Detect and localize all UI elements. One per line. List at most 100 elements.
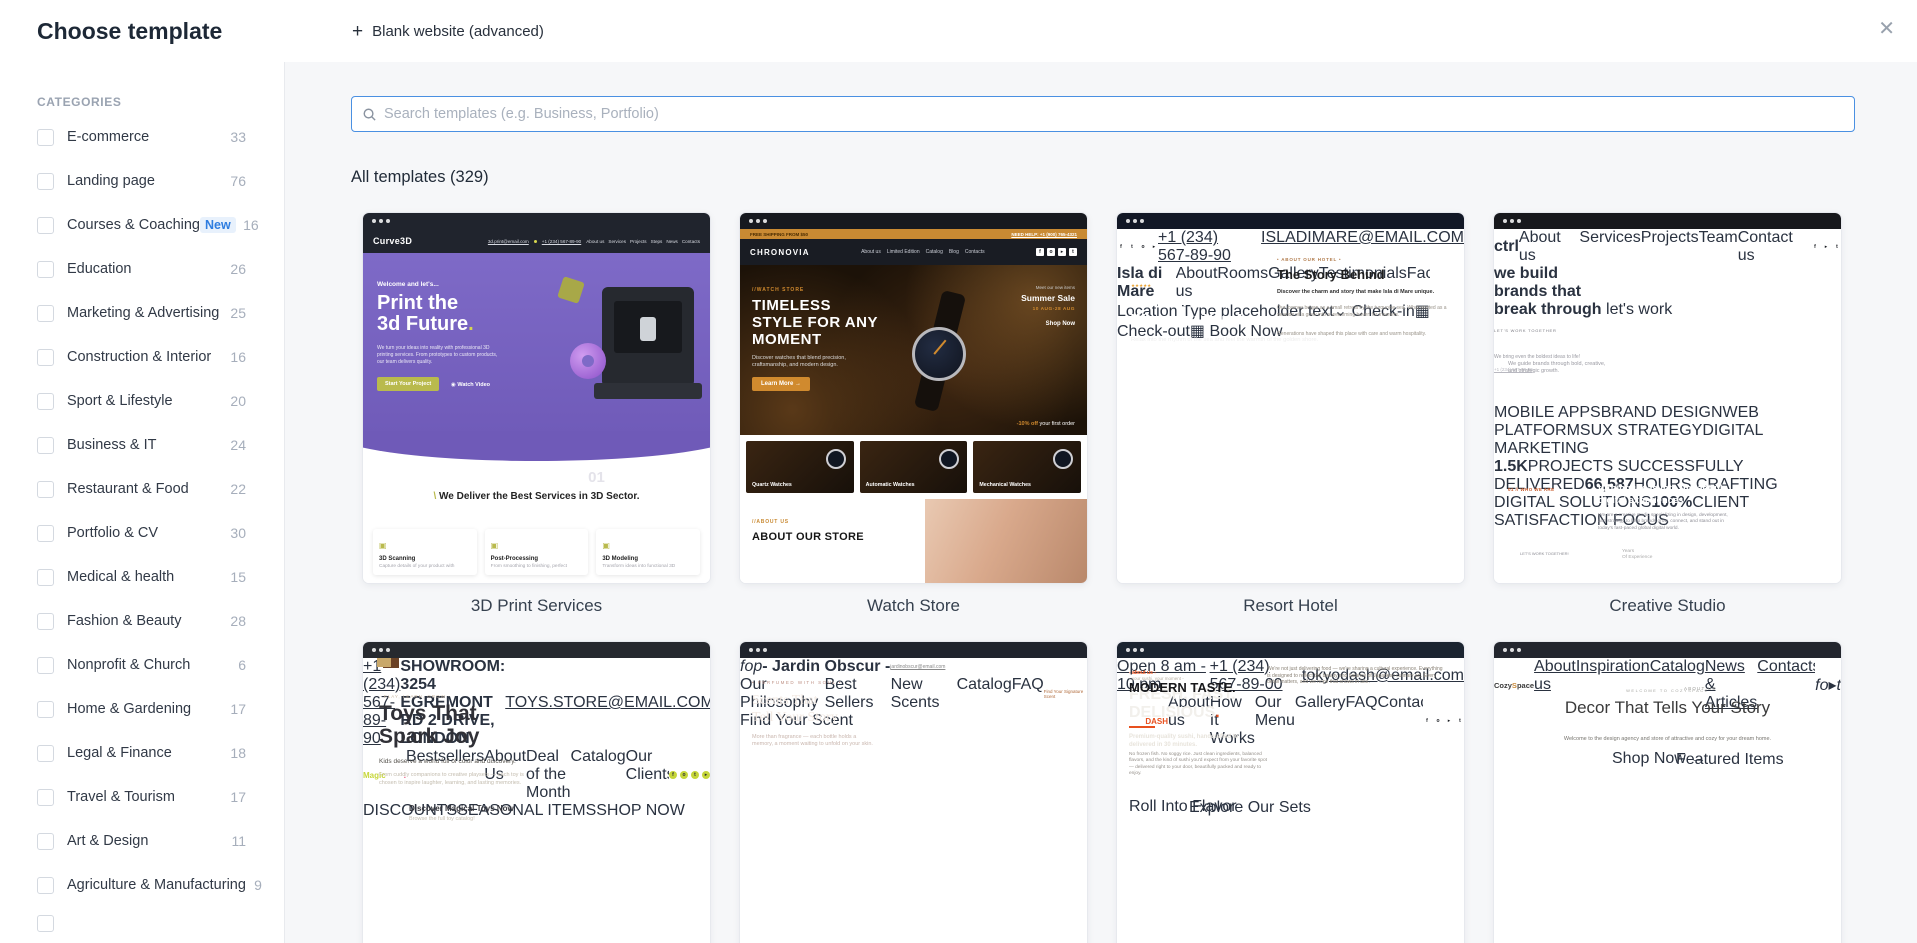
mini-cta-secondary: Featured Items xyxy=(1676,751,1784,769)
category-checkbox[interactable] xyxy=(37,613,54,630)
category-checkbox[interactable] xyxy=(37,481,54,498)
category-count: 33 xyxy=(230,129,246,145)
template-card-watch-store[interactable]: FREE SHIPPING FROM $50 NEED HELP: +1 (90… xyxy=(740,213,1087,616)
category-item[interactable]: Portfolio & CV 30 xyxy=(37,511,284,555)
category-item[interactable]: Education 26 xyxy=(37,247,284,291)
social-icon: o xyxy=(680,771,688,779)
category-item[interactable]: Construction & Interior 16 xyxy=(37,335,284,379)
social-icons: fo▸t xyxy=(1036,248,1077,256)
watch-icon xyxy=(1053,449,1073,469)
mini-nav-item: Contacts xyxy=(965,249,985,255)
mini-topbar-right: TOYS.STORE@EMAIL.COM xyxy=(505,694,710,712)
mini-category-tile: Automatic Watches xyxy=(860,441,968,493)
category-checkbox[interactable] xyxy=(37,569,54,586)
mini-nav-item: Contact us xyxy=(1738,229,1811,265)
category-item[interactable]: E-commerce 33 xyxy=(37,115,284,159)
category-checkbox[interactable] xyxy=(37,877,54,894)
template-card-3d-print[interactable]: Curve3D 3d.print@email.com +1 (234) 567-… xyxy=(363,213,710,616)
dot-icon xyxy=(534,240,537,243)
category-checkbox[interactable] xyxy=(37,129,54,146)
category-count: 11 xyxy=(230,833,246,849)
category-item[interactable]: Art & Design 11 xyxy=(37,819,284,863)
category-item[interactable]: Landing page 76 xyxy=(37,159,284,203)
mini-nav-item: FAQ xyxy=(1346,694,1378,748)
mini-promo-kicker: Meet our new items xyxy=(1036,285,1075,290)
mini-nav-item: Projects xyxy=(1641,229,1699,265)
social-icon: t xyxy=(1069,248,1077,256)
category-checkbox[interactable] xyxy=(37,745,54,762)
category-label: E-commerce xyxy=(67,129,149,145)
category-checkbox[interactable] xyxy=(37,525,54,542)
category-item[interactable]: Home & Gardening 17 xyxy=(37,687,284,731)
mini-nav-item: About us xyxy=(586,239,604,244)
social-icon: ▸ xyxy=(1150,243,1158,251)
mini-body: Welcome to the design agency and store o… xyxy=(1494,736,1841,742)
category-item[interactable]: Sport & Lifestyle 20 xyxy=(37,379,284,423)
mini-lead: Premium-quality sushi, handcrafted to de… xyxy=(1129,734,1261,749)
categories-sidebar: CATEGORIES E-commerce 33 Landing page 76 xyxy=(0,62,285,943)
mini-heading: we buildbrands thatbreak through xyxy=(1494,265,1602,318)
mini-cta-sub: Browse the full toy catalog! xyxy=(409,816,475,822)
category-count: 22 xyxy=(230,481,246,497)
template-card-jardin-obscur[interactable]: fop - Jardin Obscur - jardinobscur@email… xyxy=(740,642,1087,943)
mini-about-p2: Generations have shaped this place with … xyxy=(1277,331,1449,338)
social-icon: f xyxy=(1036,248,1044,256)
service-icon: ▣ xyxy=(602,541,610,550)
browser-chrome xyxy=(1117,213,1464,229)
template-card-creative-studio[interactable]: ctrl About usServicesProjectsTeamContact… xyxy=(1494,213,1841,616)
category-checkbox[interactable] xyxy=(37,657,54,674)
mini-nav-item: Catalog xyxy=(957,676,1012,712)
category-label: Portfolio & CV xyxy=(67,525,158,541)
mini-nav-item: Projects xyxy=(630,239,647,244)
search-bar[interactable] xyxy=(351,96,1855,132)
category-count: 15 xyxy=(230,569,246,585)
category-checkbox[interactable] xyxy=(37,217,54,234)
category-item[interactable]: Nonprofit & Church 6 xyxy=(37,643,284,687)
mini-promo-cta: Shop Now xyxy=(1046,321,1075,327)
category-checkbox[interactable] xyxy=(37,305,54,322)
template-card-magic-toys[interactable]: +1 (234) 567-89-90 SHOWROOM: 3254 EGREMO… xyxy=(363,642,710,943)
mini-topbar-left: FREE SHIPPING FROM $50 xyxy=(750,232,808,237)
category-checkbox[interactable] xyxy=(37,833,54,850)
category-item[interactable]: Marketing & Advertising 25 xyxy=(37,291,284,335)
mini-phone: +1 (234) 567-89-90 xyxy=(1158,229,1253,265)
category-item-clipped xyxy=(37,913,284,933)
search-input[interactable] xyxy=(384,106,1844,122)
social-icons: fot▸ xyxy=(669,771,710,779)
category-count: 6 xyxy=(230,657,246,673)
category-checkbox[interactable] xyxy=(37,173,54,190)
rule-decoration xyxy=(1129,726,1155,728)
social-icon: t xyxy=(1833,243,1841,251)
template-card-resort-hotel[interactable]: fto▸ +1 (234) 567-89-90 ISLADIMARE@EMAIL… xyxy=(1117,213,1464,616)
category-item[interactable]: Travel & Tourism 17 xyxy=(37,775,284,819)
mini-category-tile: Mechanical Watches xyxy=(973,441,1081,493)
category-item[interactable]: Legal & Finance 18 xyxy=(37,731,284,775)
category-item[interactable]: Medical & health 15 xyxy=(37,555,284,599)
social-icon: ▸ xyxy=(1822,243,1830,251)
mini-heading: TIMELESS STYLE FOR ANY MOMENT xyxy=(752,297,884,348)
template-preview: Open 8 am - 10 pm +1 (234) 567-89-00 tok… xyxy=(1117,642,1464,943)
category-count: 17 xyxy=(230,701,246,717)
category-item[interactable]: Restaurant & Food 22 xyxy=(37,467,284,511)
category-checkbox[interactable] xyxy=(37,701,54,718)
social-icon: o xyxy=(1139,243,1147,251)
mini-nav: About usLimited EditionCatalogBlogContac… xyxy=(861,249,985,255)
mini-section-number: 01 xyxy=(363,469,710,486)
category-item[interactable]: Fashion & Beauty 28 xyxy=(37,599,284,643)
blank-website-button[interactable]: + Blank website (advanced) xyxy=(352,22,544,41)
category-item[interactable]: Agriculture & Manufacturing 9 xyxy=(37,863,284,907)
template-card-cozyspace[interactable]: CozySpace About usInspirationCatalogNews… xyxy=(1494,642,1841,943)
category-checkbox[interactable] xyxy=(37,393,54,410)
social-icon: o xyxy=(1047,248,1055,256)
category-checkbox[interactable] xyxy=(37,437,54,454)
category-item[interactable]: Courses & Coaching New 16 xyxy=(37,203,284,247)
template-card-tokyodash[interactable]: Open 8 am - 10 pm +1 (234) 567-89-00 tok… xyxy=(1117,642,1464,943)
category-checkbox[interactable] xyxy=(37,789,54,806)
category-label: Sport & Lifestyle xyxy=(67,393,173,409)
mini-nav-item: Catalog xyxy=(926,249,943,255)
category-count: 20 xyxy=(230,393,246,409)
category-item[interactable]: Business & IT 24 xyxy=(37,423,284,467)
close-icon[interactable]: ✕ xyxy=(1878,16,1895,41)
category-checkbox[interactable] xyxy=(37,349,54,366)
category-checkbox[interactable] xyxy=(37,261,54,278)
